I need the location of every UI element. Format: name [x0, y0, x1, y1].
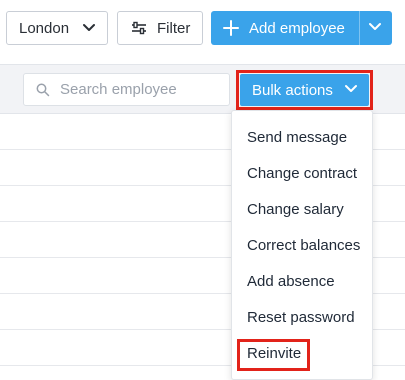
sliders-icon — [132, 21, 146, 35]
menu-item-send-message[interactable]: Send message — [247, 129, 347, 147]
table-toolbar: Bulk actions — [0, 64, 405, 114]
plus-icon — [223, 20, 239, 36]
menu-item-correct-balances[interactable]: Correct balances — [247, 237, 360, 255]
filter-label: Filter — [157, 19, 191, 37]
menu-item-change-salary[interactable]: Change salary — [247, 201, 344, 219]
menu-item-reinvite[interactable]: Reinvite — [247, 345, 301, 363]
chevron-down-icon — [345, 85, 357, 92]
location-label: London — [19, 19, 70, 37]
add-employee-label: Add employee — [249, 19, 345, 37]
add-employee-button[interactable]: Add employee — [211, 11, 392, 45]
search-box[interactable] — [23, 73, 230, 106]
menu-item-change-contract[interactable]: Change contract — [247, 165, 357, 183]
search-input[interactable] — [60, 81, 220, 98]
filter-button[interactable]: Filter — [117, 11, 203, 45]
top-toolbar: London Filter Add employee — [0, 0, 405, 58]
bulk-actions-button[interactable]: Bulk actions — [240, 74, 369, 106]
bulk-actions-label: Bulk actions — [252, 81, 333, 99]
location-dropdown[interactable]: London — [6, 11, 108, 45]
chevron-down-icon — [83, 24, 95, 31]
chevron-down-icon[interactable] — [369, 22, 381, 32]
bulk-actions-menu: Send message Change contract Change sala… — [231, 110, 373, 380]
menu-item-add-absence[interactable]: Add absence — [247, 273, 335, 291]
menu-item-reset-password[interactable]: Reset password — [247, 309, 355, 327]
button-divider — [359, 11, 360, 45]
search-icon — [36, 83, 50, 96]
